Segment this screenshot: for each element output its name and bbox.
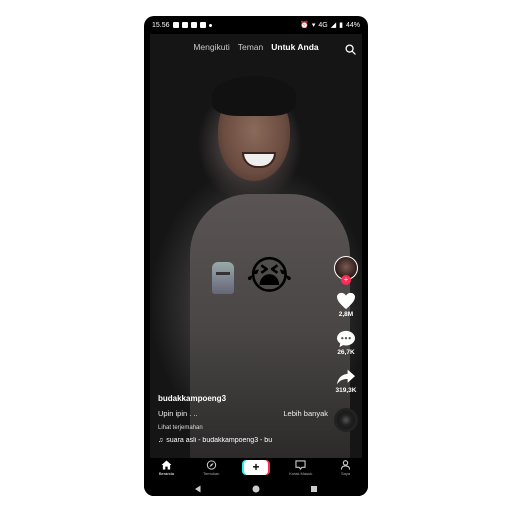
network-label: 4G [318, 21, 328, 29]
share-button[interactable]: 319,3K [335, 368, 357, 394]
home-icon [161, 460, 172, 470]
more-notifications-icon [208, 23, 212, 27]
share-icon [337, 369, 355, 385]
feed-tabs: Mengikuti Teman Untuk Anda [144, 42, 368, 52]
create-plus-button[interactable]: + [243, 460, 268, 475]
translate-link[interactable]: Lihat terjemahan [158, 425, 328, 431]
notification-icon [199, 22, 206, 28]
comment-count: 26,7K [337, 349, 355, 356]
tab-following-label: Mengikuti [193, 42, 230, 52]
bottom-navigation: Beranda Temukan + Kotak Masuk Saya [144, 458, 368, 482]
back-icon[interactable] [194, 485, 202, 493]
like-button[interactable]: 2,8M [336, 292, 356, 318]
compass-icon [206, 460, 216, 470]
search-button[interactable] [345, 42, 356, 60]
action-sidebar: + 2,8M 26,7K 319,3K [330, 256, 362, 432]
nav-home-label: Beranda [158, 471, 174, 476]
wifi-icon: ▾ [311, 22, 316, 29]
nav-discover[interactable]: Temukan [194, 460, 228, 476]
nav-create[interactable]: + [239, 460, 273, 475]
tab-following[interactable]: Mengikuti [193, 42, 229, 52]
status-bar: 15.56 ⏰ ▾ 4G ◢ ▮ 44% [144, 16, 368, 34]
video-caption: budakkampoeng3 Upin ipin . .. Lebih bany… [158, 394, 328, 444]
alarm-icon: ⏰ [300, 22, 309, 29]
caption-row: Upin ipin . .. Lebih banyak [158, 409, 328, 418]
creator-avatar[interactable]: + [334, 256, 358, 285]
nav-profile-label: Saya [341, 471, 351, 476]
like-count: 2,8M [338, 311, 354, 318]
battery-level: 44% [345, 21, 360, 29]
status-right: ⏰ ▾ 4G ◢ ▮ 44% [300, 21, 360, 30]
tab-for-you[interactable]: Untuk Anda [271, 42, 318, 52]
recents-icon[interactable] [310, 485, 318, 493]
signal-icon: ◢ [330, 22, 337, 29]
video-person-hair [212, 76, 296, 116]
caption-text: Upin ipin . .. [158, 409, 198, 418]
music-note-icon: ♫ [158, 437, 164, 444]
nav-home[interactable]: Beranda [149, 460, 183, 476]
nav-profile[interactable]: Saya [329, 460, 363, 476]
nav-discover-label: Temukan [203, 471, 220, 476]
comment-button[interactable]: 26,7K [336, 330, 356, 356]
notification-icon [181, 22, 188, 28]
music-title: suara asli - budakkampoeng3 - bu [166, 437, 273, 444]
nav-inbox[interactable]: Kotak Masuk [284, 460, 318, 476]
see-more-link[interactable]: Lebih banyak [283, 409, 328, 418]
heart-icon [337, 292, 355, 310]
status-time: 15.56 [152, 21, 170, 29]
crying-face-sticker: 😭 [246, 253, 293, 299]
notification-icon [190, 22, 197, 28]
home-circle-icon[interactable] [252, 485, 260, 493]
creator-username[interactable]: budakkampoeng3 [158, 394, 328, 403]
notification-icon [172, 22, 179, 28]
follow-button[interactable]: + [341, 275, 351, 285]
tab-for-you-label: Untuk Anda [271, 42, 319, 52]
tab-friends-label: Teman [237, 42, 264, 52]
tab-friends[interactable]: Teman [238, 42, 264, 52]
music-info[interactable]: ♫ suara asli - budakkampoeng3 - bu [158, 437, 328, 444]
search-icon [345, 44, 356, 55]
music-disc[interactable] [334, 408, 358, 432]
inbox-icon [295, 460, 306, 470]
battery-icon: ▮ [339, 22, 343, 29]
phone-screen: 15.56 ⏰ ▾ 4G ◢ ▮ 44% Mengikuti Teman Unt… [144, 16, 368, 496]
comment-icon [337, 330, 355, 348]
moai-sticker [212, 262, 234, 294]
profile-icon [340, 460, 351, 470]
status-left: 15.56 [152, 22, 212, 29]
share-count: 319,3K [335, 387, 357, 394]
nav-inbox-label: Kotak Masuk [289, 471, 313, 476]
system-navigation [144, 482, 368, 496]
